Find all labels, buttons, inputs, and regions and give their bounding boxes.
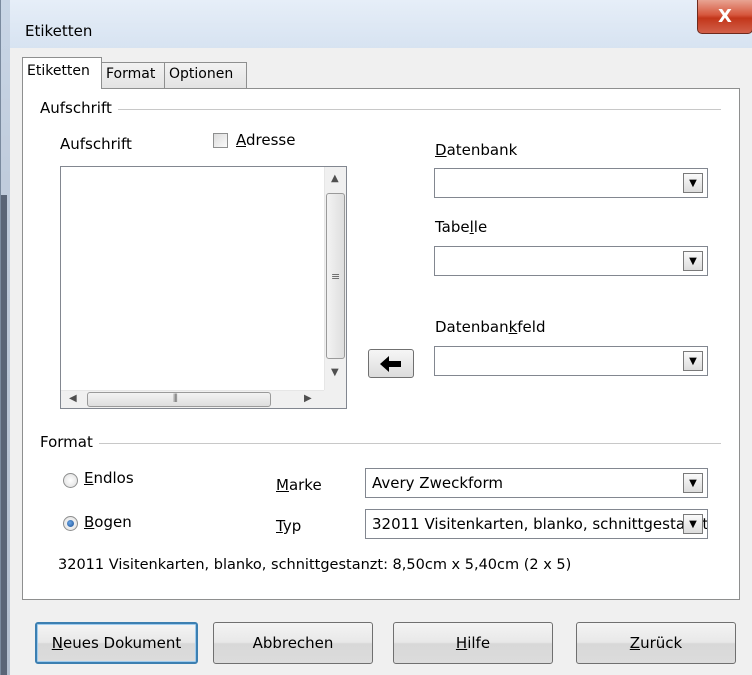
new-document-button[interactable]: Neues Dokument <box>35 622 198 664</box>
label-text: dresse <box>246 131 296 149</box>
grip-icon: ≡ <box>331 270 341 283</box>
mnemonic-char: H <box>455 634 468 652</box>
mnemonic-char: M <box>276 476 289 494</box>
title-bar[interactable]: Etiketten X <box>10 0 752 48</box>
section-title-format: Format <box>40 433 99 451</box>
label-text: atenbank <box>446 141 518 159</box>
tab-etiketten[interactable]: Etiketten <box>22 57 102 89</box>
radio-endlos-label[interactable]: Endlos <box>84 469 134 487</box>
label-text: feld <box>517 318 546 336</box>
scroll-down-icon[interactable]: ▼ <box>331 367 339 378</box>
mnemonic-char: T <box>276 517 283 535</box>
label-text: Tabe <box>435 218 470 236</box>
close-icon: X <box>718 6 732 27</box>
button-label: eues Dokument <box>62 634 182 652</box>
combobox-value: 32011 Visitenkarten, blanko, schnittgest… <box>372 515 708 533</box>
label-text: ogen <box>94 513 132 531</box>
datenbank-combobox[interactable]: ▼ <box>434 168 708 198</box>
radio-endlos[interactable] <box>63 473 78 488</box>
chevron-down-icon[interactable]: ▼ <box>683 473 703 493</box>
cancel-button[interactable]: Abbrechen <box>213 622 373 664</box>
chevron-down-icon[interactable]: ▼ <box>683 514 703 534</box>
chevron-down-icon[interactable]: ▼ <box>683 351 703 371</box>
label-text: ndlos <box>93 469 134 487</box>
label-text: arke <box>288 476 322 494</box>
scroll-up-icon[interactable]: ▲ <box>331 173 339 184</box>
typ-combobox[interactable]: 32011 Visitenkarten, blanko, schnittgest… <box>365 509 708 539</box>
button-label: urück <box>640 634 683 652</box>
label-text: Datenban <box>435 318 509 336</box>
address-checkbox[interactable] <box>213 133 228 148</box>
section-divider <box>44 443 721 444</box>
back-button[interactable]: Zurück <box>576 622 736 664</box>
tab-label: Format <box>106 66 156 82</box>
label-text: le <box>473 218 488 236</box>
tabelle-label: Tabelle <box>435 218 487 236</box>
section-title-aufschrift: Aufschrift <box>40 99 118 117</box>
arrow-left-icon <box>380 355 401 372</box>
tab-label: Optionen <box>169 66 234 82</box>
marke-combobox[interactable]: Avery Zweckform ▼ <box>365 468 708 498</box>
datenbank-label: Datenbank <box>435 141 517 159</box>
tab-label: Etiketten <box>27 63 90 79</box>
window-title: Etiketten <box>25 22 93 40</box>
aufschrift-label: Aufschrift <box>60 135 132 153</box>
grip-icon: ⦀ <box>173 392 178 405</box>
label-text: yp <box>282 517 302 535</box>
datenbankfeld-label: Datenbankfeld <box>435 318 545 336</box>
format-description: 32011 Visitenkarten, blanko, schnittgest… <box>58 557 572 573</box>
tab-optionen[interactable]: Optionen <box>164 62 247 88</box>
horizontal-scrollbar[interactable]: ◀ ⦀ ▶ <box>61 390 324 408</box>
mnemonic-char: k <box>508 318 518 336</box>
horizontal-scroll-thumb[interactable]: ⦀ <box>87 392 271 407</box>
mnemonic-char: D <box>435 141 447 159</box>
aufschrift-textarea[interactable]: ▲ ≡ ▼ ◀ ⦀ ▶ <box>60 166 347 409</box>
marke-label: Marke <box>276 476 322 494</box>
section-divider <box>44 109 721 110</box>
radio-bogen-label[interactable]: Bogen <box>84 513 132 531</box>
chevron-down-icon[interactable]: ▼ <box>683 251 703 271</box>
help-button[interactable]: Hilfe <box>393 622 553 664</box>
tabelle-combobox[interactable]: ▼ <box>434 246 708 276</box>
scroll-corner <box>324 390 346 408</box>
chevron-down-icon[interactable]: ▼ <box>683 173 703 193</box>
vertical-scroll-thumb[interactable]: ≡ <box>326 193 345 359</box>
vertical-scrollbar[interactable]: ▲ ≡ ▼ <box>324 167 346 390</box>
radio-bogen[interactable] <box>63 516 78 531</box>
button-label: Abbrechen <box>252 634 334 652</box>
mnemonic-char: B <box>84 513 95 531</box>
datenbankfeld-combobox[interactable]: ▼ <box>434 346 708 376</box>
background-window-edge <box>1 195 7 675</box>
close-button[interactable]: X <box>697 0 752 34</box>
scroll-left-icon[interactable]: ◀ <box>69 393 77 404</box>
button-label: ilfe <box>467 634 491 652</box>
mnemonic-char: A <box>236 131 246 149</box>
mnemonic-char: Z <box>629 634 641 652</box>
mnemonic-char: N <box>51 634 63 652</box>
address-checkbox-label[interactable]: Adresse <box>236 131 295 149</box>
insert-field-button[interactable] <box>368 349 414 378</box>
combobox-value: Avery Zweckform <box>372 474 503 492</box>
tab-format[interactable]: Format <box>101 62 165 88</box>
typ-label: Typ <box>276 517 301 535</box>
scroll-right-icon[interactable]: ▶ <box>304 393 312 404</box>
